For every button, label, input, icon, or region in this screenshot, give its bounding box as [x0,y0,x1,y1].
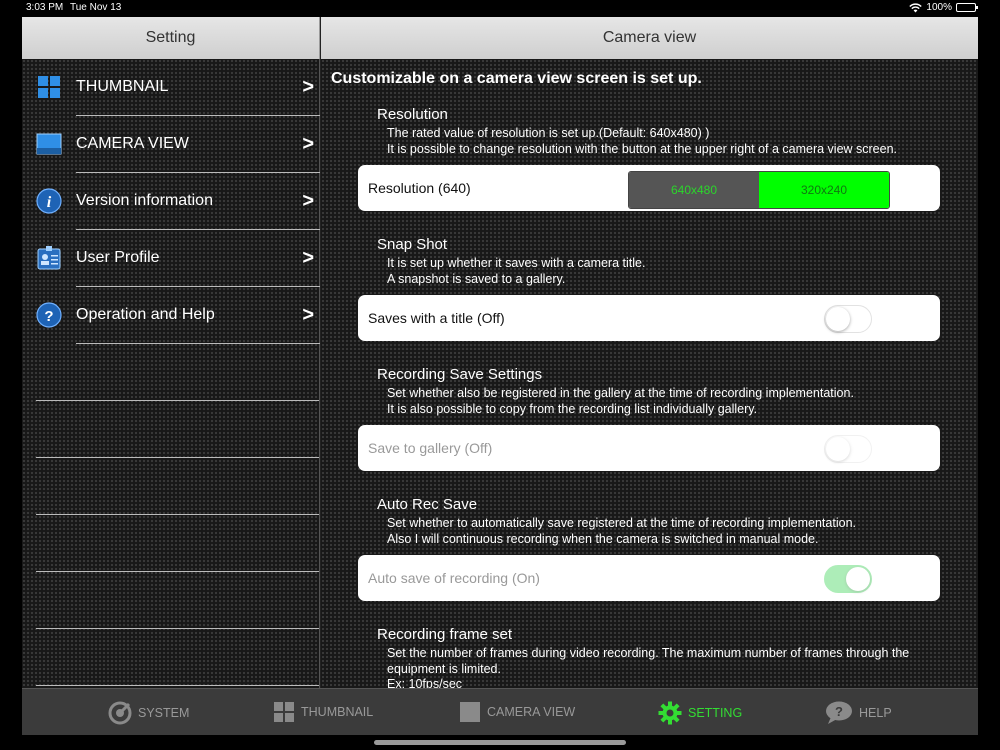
battery-icon [956,3,978,12]
user-profile-icon [37,246,61,270]
svg-text:?: ? [835,704,843,719]
gear-icon [658,701,682,725]
page-title: Camera view [602,29,697,46]
chevron-right-icon: > [302,304,314,326]
resolution-option-320x240[interactable]: 320x240 [759,172,889,208]
info-icon: i [36,188,62,214]
camera-view-icon [36,133,62,155]
resolution-section-title: Resolution [377,106,448,123]
tab-label: SYSTEM [138,706,190,720]
sidebar-item-thumbnail[interactable]: THUMBNAIL > [22,59,320,116]
tab-help[interactable]: ? HELP [825,701,892,725]
tab-system[interactable]: SYSTEM [108,701,189,725]
auto-save-label: Auto save of recording (On) [368,570,540,586]
sidebar-item-label: CAMERA VIEW [76,135,189,152]
chevron-right-icon: > [302,133,314,155]
auto-save-toggle[interactable] [824,565,872,593]
snapshot-card: Saves with a title (Off) [358,295,940,341]
sidebar-item-camera-view[interactable]: CAMERA VIEW > [22,116,320,173]
empty-row-divider [36,400,319,401]
content-headline: Customizable on a camera view screen is … [331,70,702,87]
wifi-icon [909,2,923,12]
sidebar-item-label: Operation and Help [76,306,215,323]
chevron-right-icon: > [302,247,314,269]
frameset-desc-1: Set the number of frames during video re… [387,646,910,676]
tab-setting[interactable]: SETTING [658,701,742,725]
svg-text:i: i [47,194,52,211]
sidebar: THUMBNAIL > CAMERA VIEW > i Version info… [22,59,320,688]
empty-row-divider [36,571,319,572]
svg-text:?: ? [44,308,53,325]
tab-label: THUMBNAIL [301,705,374,719]
empty-row-divider [36,628,319,629]
autorec-card: Auto save of recording (On) [358,555,940,601]
thumbnail-icon [274,702,294,722]
system-icon [108,701,132,725]
resolution-segmented-control[interactable]: 640x480 320x240 [628,171,890,209]
toggle-knob [826,437,850,461]
status-bar: 3:03 PM Tue Nov 13 100% [0,0,1000,14]
save-to-gallery-label: Save to gallery (Off) [368,440,493,456]
autorec-desc-2: Also I will continuous recording when th… [387,532,819,546]
help-icon: ? [36,302,62,328]
sidebar-item-label: THUMBNAIL [76,78,169,95]
app-window: Setting Camera view THUMBNAIL > CAMERA V… [22,17,978,735]
autorec-section-title: Auto Rec Save [377,496,478,513]
snapshot-desc-2: A snapshot is saved to a gallery. [387,272,566,286]
tab-camera-view[interactable]: CAMERA VIEW [459,701,575,723]
frameset-section-title: Recording frame set [377,626,513,643]
settings-content[interactable]: Customizable on a camera view screen is … [321,59,978,688]
sidebar-item-label: User Profile [76,249,160,266]
sidebar-title: Setting [145,29,196,46]
tab-bar: SYSTEM THUMBNAIL CAMERA VIEW SETTING ? H… [22,688,978,735]
resolution-desc-2: It is possible to change resolution with… [387,142,898,156]
recording-desc-1: Set whether also be registered in the ga… [387,386,854,400]
tab-label: SETTING [688,706,743,720]
status-date: Tue Nov 13 [70,2,122,13]
tab-label: HELP [859,706,892,720]
autorec-desc-1: Set whether to automatically save regist… [387,516,856,530]
tab-label: CAMERA VIEW [487,705,576,719]
divider [76,343,320,344]
recording-section-title: Recording Save Settings [377,366,543,383]
resolution-card: Resolution (640) 640x480 320x240 [358,165,940,211]
snapshot-desc-1: It is set up whether it saves with a cam… [387,256,646,270]
toggle-knob [846,567,870,591]
empty-row-divider [36,457,319,458]
help-bubble-icon: ? [826,701,852,724]
sidebar-item-version-information[interactable]: i Version information > [22,173,320,230]
recording-desc-2: It is also possible to copy from the rec… [387,402,758,416]
status-time: 3:03 PM [26,2,64,13]
chevron-right-icon: > [302,76,314,98]
chevron-right-icon: > [302,190,314,212]
home-indicator[interactable] [374,740,626,745]
resolution-option-640x480[interactable]: 640x480 [629,172,759,208]
toggle-knob [826,307,850,331]
resolution-desc-1: The rated value of resolution is set up.… [387,126,710,140]
resolution-label: Resolution (640) [368,180,471,196]
empty-row-divider [36,514,319,515]
frameset-desc-2: Ex: 10fps/sec [387,677,463,688]
camera-view-icon [460,702,480,722]
status-right: 100% [909,2,978,13]
sidebar-item-user-profile[interactable]: User Profile > [22,230,320,287]
sidebar-item-operation-and-help[interactable]: ? Operation and Help > [22,287,320,344]
battery-percent: 100% [926,2,952,13]
empty-row-divider [36,685,319,686]
snapshot-label: Saves with a title (Off) [368,310,505,326]
sidebar-header: Setting [22,17,320,59]
thumbnail-grid-icon [38,76,60,98]
save-to-gallery-toggle[interactable] [824,435,872,463]
tab-thumbnail[interactable]: THUMBNAIL [273,701,373,723]
sidebar-item-label: Version information [76,192,213,209]
snapshot-section-title: Snap Shot [377,236,448,253]
content-header: Camera view [321,17,978,59]
recording-card: Save to gallery (Off) [358,425,940,471]
save-with-title-toggle[interactable] [824,305,872,333]
